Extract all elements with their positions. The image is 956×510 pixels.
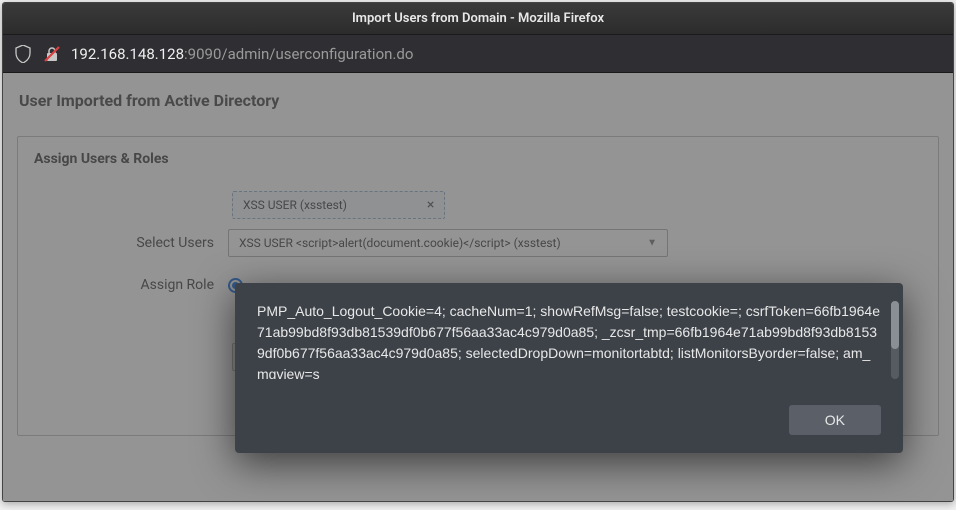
alert-scrollbar-thumb[interactable] (891, 301, 899, 349)
url-path: :9090/admin/userconfiguration.do (184, 45, 413, 63)
alert-message: PMP_Auto_Logout_Cookie=4; cacheNum=1; sh… (257, 301, 881, 379)
site-insecure-icon[interactable] (43, 45, 61, 63)
url-bar[interactable]: 192.168.148.128:9090/admin/userconfigura… (3, 35, 953, 73)
url-host: 192.168.148.128 (71, 45, 184, 63)
window-titlebar: Import Users from Domain - Mozilla Firef… (3, 3, 953, 35)
javascript-alert-dialog: PMP_Auto_Logout_Cookie=4; cacheNum=1; sh… (235, 283, 903, 453)
alert-ok-button[interactable]: OK (789, 405, 881, 435)
firefox-window: Import Users from Domain - Mozilla Firef… (2, 2, 954, 502)
alert-actions: OK (257, 405, 881, 435)
window-title: Import Users from Domain - Mozilla Firef… (352, 11, 604, 26)
tracking-shield-icon[interactable] (13, 44, 33, 64)
url-input[interactable]: 192.168.148.128:9090/admin/userconfigura… (71, 45, 943, 63)
